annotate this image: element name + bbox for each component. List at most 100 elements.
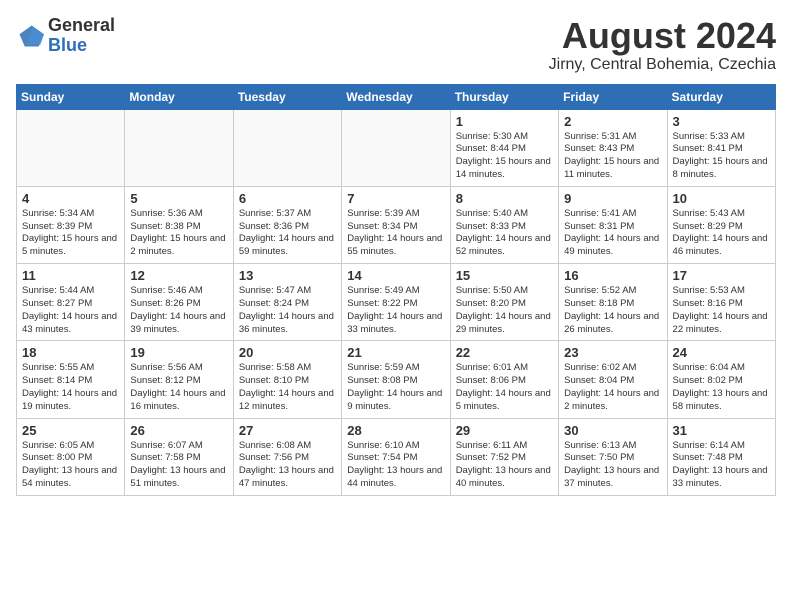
calendar-cell: 25 Sunrise: 6:05 AM Sunset: 8:00 PM Dayli… [17,418,125,495]
calendar-cell: 27 Sunrise: 6:08 AM Sunset: 7:56 PM Dayli… [233,418,341,495]
calendar-week-row: 11Sunrise: 5:44 AM Sunset: 8:27 PM Dayli… [17,264,776,341]
day-info: Sunrise: 5:33 AM Sunset: 8:41 PM Dayligh… [673,131,770,182]
calendar-cell: 3 Sunrise: 5:33 AM Sunset: 8:41 PM Daylig… [667,109,775,186]
day-number: 13 [239,268,336,283]
calendar-week-row: 4 Sunrise: 5:34 AM Sunset: 8:39 PM Daylig… [17,186,776,263]
calendar-cell: 18Sunrise: 5:55 AM Sunset: 8:14 PM Dayli… [17,341,125,418]
calendar-cell: 22 Sunrise: 6:01 AM Sunset: 8:06 PM Dayli… [450,341,558,418]
calendar-cell: 31 Sunrise: 6:14 AM Sunset: 7:48 PM Dayli… [667,418,775,495]
weekday-header: Wednesday [342,84,450,109]
day-number: 21 [347,345,444,360]
calendar-cell: 9 Sunrise: 5:41 AM Sunset: 8:31 PM Daylig… [559,186,667,263]
day-info: Sunrise: 5:52 AM Sunset: 8:18 PM Dayligh… [564,285,661,336]
day-info: Sunrise: 6:05 AM Sunset: 8:00 PM Dayligh… [22,440,119,491]
day-info: Sunrise: 5:36 AM Sunset: 8:38 PM Dayligh… [130,208,227,259]
weekday-header-row: SundayMondayTuesdayWednesdayThursdayFrid… [17,84,776,109]
day-info: Sunrise: 5:30 AM Sunset: 8:44 PM Dayligh… [456,131,553,182]
calendar-table: SundayMondayTuesdayWednesdayThursdayFrid… [16,84,776,496]
day-number: 14 [347,268,444,283]
calendar-cell: 1 Sunrise: 5:30 AM Sunset: 8:44 PM Daylig… [450,109,558,186]
calendar-cell: 20 Sunrise: 5:58 AM Sunset: 8:10 PM Dayli… [233,341,341,418]
day-number: 22 [456,345,553,360]
logo-general: General [48,16,115,36]
day-info: Sunrise: 6:11 AM Sunset: 7:52 PM Dayligh… [456,440,553,491]
calendar-cell [125,109,233,186]
day-info: Sunrise: 5:44 AM Sunset: 8:27 PM Dayligh… [22,285,119,336]
day-info: Sunrise: 5:58 AM Sunset: 8:10 PM Dayligh… [239,362,336,413]
weekday-header: Tuesday [233,84,341,109]
day-number: 10 [673,191,770,206]
day-info: Sunrise: 5:34 AM Sunset: 8:39 PM Dayligh… [22,208,119,259]
day-number: 5 [130,191,227,206]
day-number: 15 [456,268,553,283]
calendar-cell: 26 Sunrise: 6:07 AM Sunset: 7:58 PM Dayli… [125,418,233,495]
calendar-cell: 4 Sunrise: 5:34 AM Sunset: 8:39 PM Daylig… [17,186,125,263]
calendar-week-row: 18Sunrise: 5:55 AM Sunset: 8:14 PM Dayli… [17,341,776,418]
calendar-cell: 13 Sunrise: 5:47 AM Sunset: 8:24 PM Dayli… [233,264,341,341]
day-info: Sunrise: 5:50 AM Sunset: 8:20 PM Dayligh… [456,285,553,336]
weekday-header: Saturday [667,84,775,109]
calendar-cell [342,109,450,186]
day-number: 24 [673,345,770,360]
calendar-cell: 10 Sunrise: 5:43 AM Sunset: 8:29 PM Dayli… [667,186,775,263]
day-number: 29 [456,423,553,438]
calendar-title: August 2024 [549,16,776,56]
day-info: Sunrise: 6:01 AM Sunset: 8:06 PM Dayligh… [456,362,553,413]
day-number: 6 [239,191,336,206]
day-number: 9 [564,191,661,206]
day-info: Sunrise: 5:43 AM Sunset: 8:29 PM Dayligh… [673,208,770,259]
day-info: Sunrise: 5:55 AM Sunset: 8:14 PM Dayligh… [22,362,119,413]
day-number: 23 [564,345,661,360]
day-number: 31 [673,423,770,438]
day-info: Sunrise: 6:14 AM Sunset: 7:48 PM Dayligh… [673,440,770,491]
weekday-header: Thursday [450,84,558,109]
calendar-cell: 19Sunrise: 5:56 AM Sunset: 8:12 PM Dayli… [125,341,233,418]
day-info: Sunrise: 5:47 AM Sunset: 8:24 PM Dayligh… [239,285,336,336]
calendar-cell [17,109,125,186]
day-number: 26 [130,423,227,438]
day-info: Sunrise: 6:10 AM Sunset: 7:54 PM Dayligh… [347,440,444,491]
day-number: 30 [564,423,661,438]
day-info: Sunrise: 5:46 AM Sunset: 8:26 PM Dayligh… [130,285,227,336]
logo: General Blue [16,16,115,56]
calendar-cell: 5 Sunrise: 5:36 AM Sunset: 8:38 PM Daylig… [125,186,233,263]
day-info: Sunrise: 5:37 AM Sunset: 8:36 PM Dayligh… [239,208,336,259]
calendar-week-row: 1 Sunrise: 5:30 AM Sunset: 8:44 PM Daylig… [17,109,776,186]
day-info: Sunrise: 6:07 AM Sunset: 7:58 PM Dayligh… [130,440,227,491]
calendar-cell: 8Sunrise: 5:40 AM Sunset: 8:33 PM Daylig… [450,186,558,263]
calendar-cell: 21 Sunrise: 5:59 AM Sunset: 8:08 PM Dayli… [342,341,450,418]
day-number: 3 [673,114,770,129]
day-info: Sunrise: 6:04 AM Sunset: 8:02 PM Dayligh… [673,362,770,413]
calendar-cell: 7Sunrise: 5:39 AM Sunset: 8:34 PM Daylig… [342,186,450,263]
logo-icon [16,22,44,50]
calendar-cell: 30 Sunrise: 6:13 AM Sunset: 7:50 PM Dayli… [559,418,667,495]
calendar-cell: 12 Sunrise: 5:46 AM Sunset: 8:26 PM Dayli… [125,264,233,341]
day-info: Sunrise: 6:08 AM Sunset: 7:56 PM Dayligh… [239,440,336,491]
day-info: Sunrise: 5:59 AM Sunset: 8:08 PM Dayligh… [347,362,444,413]
title-block: August 2024 Jirny, Central Bohemia, Czec… [549,16,776,74]
day-info: Sunrise: 5:31 AM Sunset: 8:43 PM Dayligh… [564,131,661,182]
day-number: 20 [239,345,336,360]
day-info: Sunrise: 5:56 AM Sunset: 8:12 PM Dayligh… [130,362,227,413]
day-number: 27 [239,423,336,438]
day-info: Sunrise: 5:53 AM Sunset: 8:16 PM Dayligh… [673,285,770,336]
calendar-cell: 23 Sunrise: 6:02 AM Sunset: 8:04 PM Dayli… [559,341,667,418]
day-number: 12 [130,268,227,283]
day-info: Sunrise: 6:02 AM Sunset: 8:04 PM Dayligh… [564,362,661,413]
calendar-cell [233,109,341,186]
logo-text: General Blue [48,16,115,56]
calendar-subtitle: Jirny, Central Bohemia, Czechia [549,56,776,74]
day-info: Sunrise: 5:40 AM Sunset: 8:33 PM Dayligh… [456,208,553,259]
weekday-header: Monday [125,84,233,109]
day-info: Sunrise: 6:13 AM Sunset: 7:50 PM Dayligh… [564,440,661,491]
day-info: Sunrise: 5:49 AM Sunset: 8:22 PM Dayligh… [347,285,444,336]
calendar-cell: 16 Sunrise: 5:52 AM Sunset: 8:18 PM Dayli… [559,264,667,341]
day-number: 16 [564,268,661,283]
day-number: 1 [456,114,553,129]
day-number: 4 [22,191,119,206]
day-info: Sunrise: 5:41 AM Sunset: 8:31 PM Dayligh… [564,208,661,259]
calendar-cell: 11Sunrise: 5:44 AM Sunset: 8:27 PM Dayli… [17,264,125,341]
day-number: 25 [22,423,119,438]
calendar-cell: 6 Sunrise: 5:37 AM Sunset: 8:36 PM Daylig… [233,186,341,263]
day-number: 7 [347,191,444,206]
